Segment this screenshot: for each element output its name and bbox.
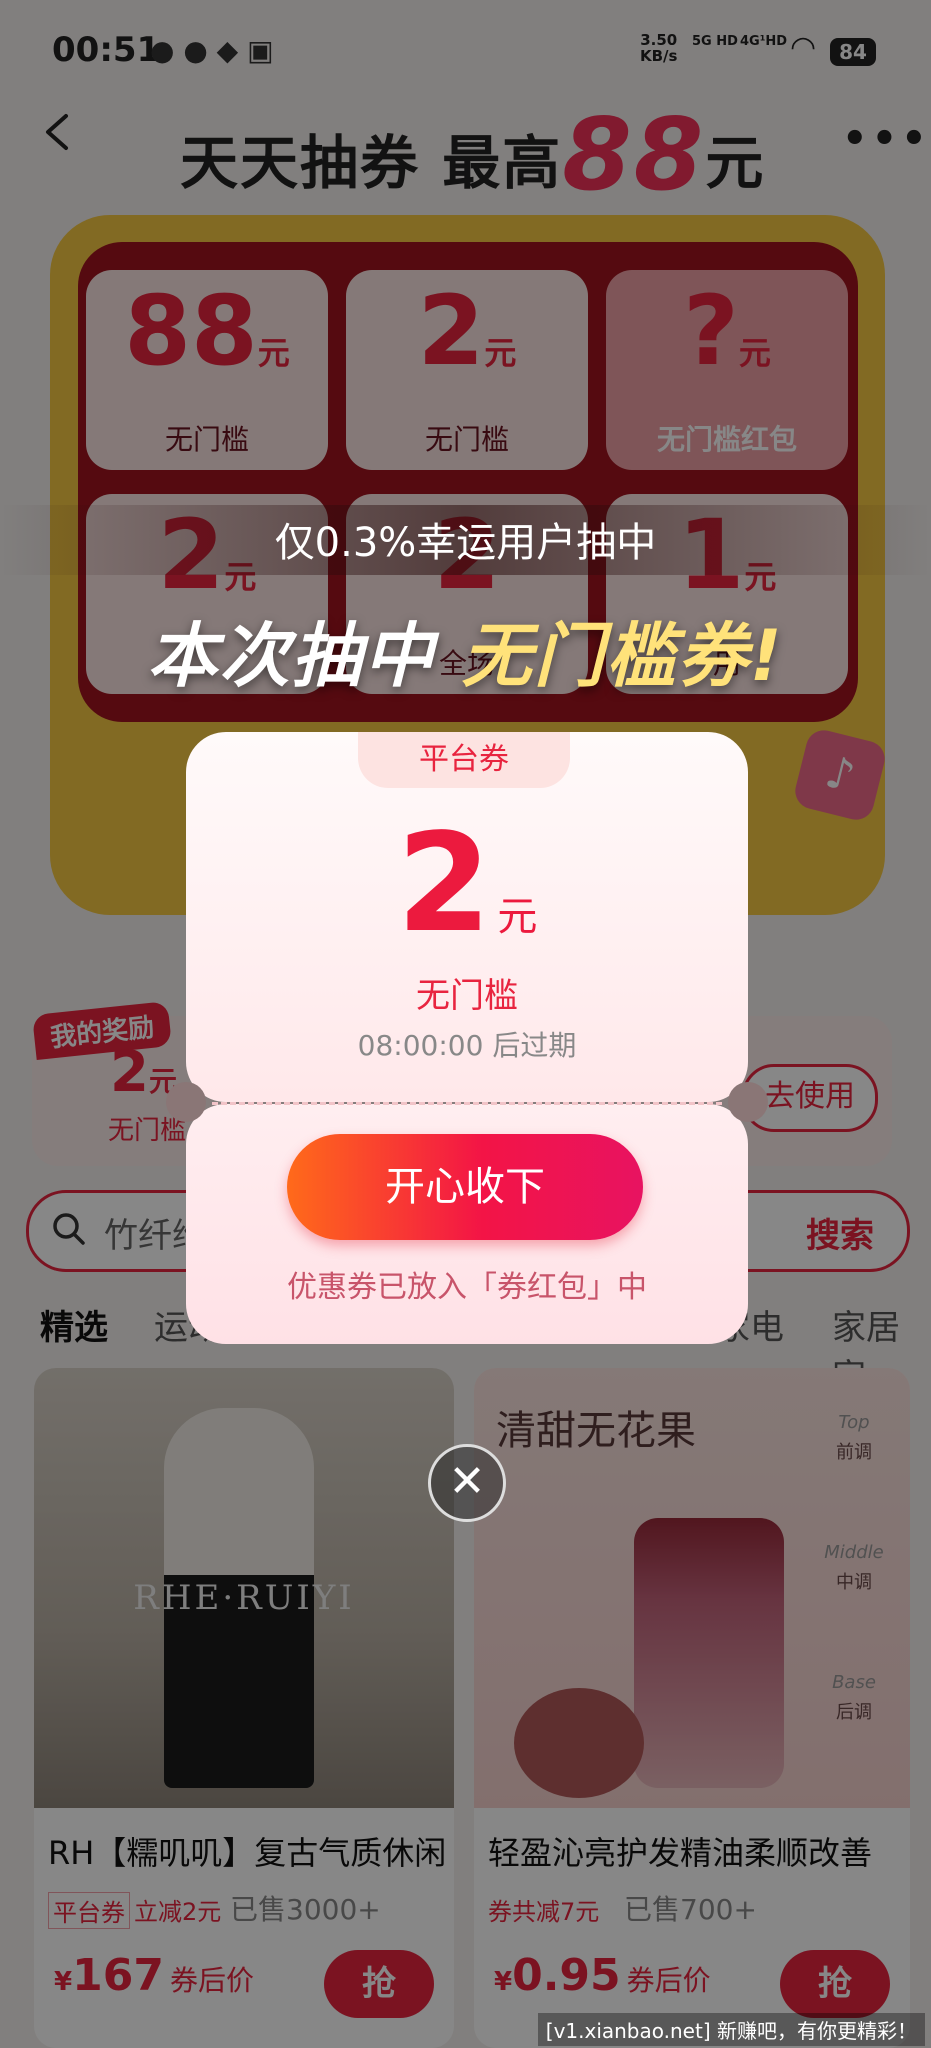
- win-headline: 本次抽中 无门槛券!: [0, 600, 931, 701]
- accept-coupon-button[interactable]: 开心收下: [287, 1134, 643, 1240]
- lucky-text: 仅0.3%幸运用户抽中: [274, 520, 657, 566]
- coupon-notch-right: [728, 1082, 768, 1122]
- close-popup-icon[interactable]: ✕: [428, 1444, 506, 1522]
- coupon-divider: [212, 1102, 722, 1105]
- coupon-notch-left: [166, 1082, 206, 1122]
- coupon-amount-unit: 元: [497, 894, 538, 940]
- coupon-note: 优惠券已放入「券红包」中: [287, 1270, 647, 1305]
- coupon-threshold: 无门槛: [416, 976, 518, 1016]
- headline-highlight: 无门槛券!: [461, 615, 784, 697]
- coupon-expiry: 08:00:00 后过期: [357, 1029, 577, 1062]
- coupon-amount: 2元: [186, 805, 748, 963]
- headline-prefix: 本次抽中: [147, 615, 462, 697]
- coupon-type-tab: 平台券: [358, 732, 570, 788]
- coupon-amount-value: 2: [396, 805, 492, 963]
- site-watermark: [v1.xianbao.net] 新赚吧，有你更精彩！: [537, 2013, 925, 2046]
